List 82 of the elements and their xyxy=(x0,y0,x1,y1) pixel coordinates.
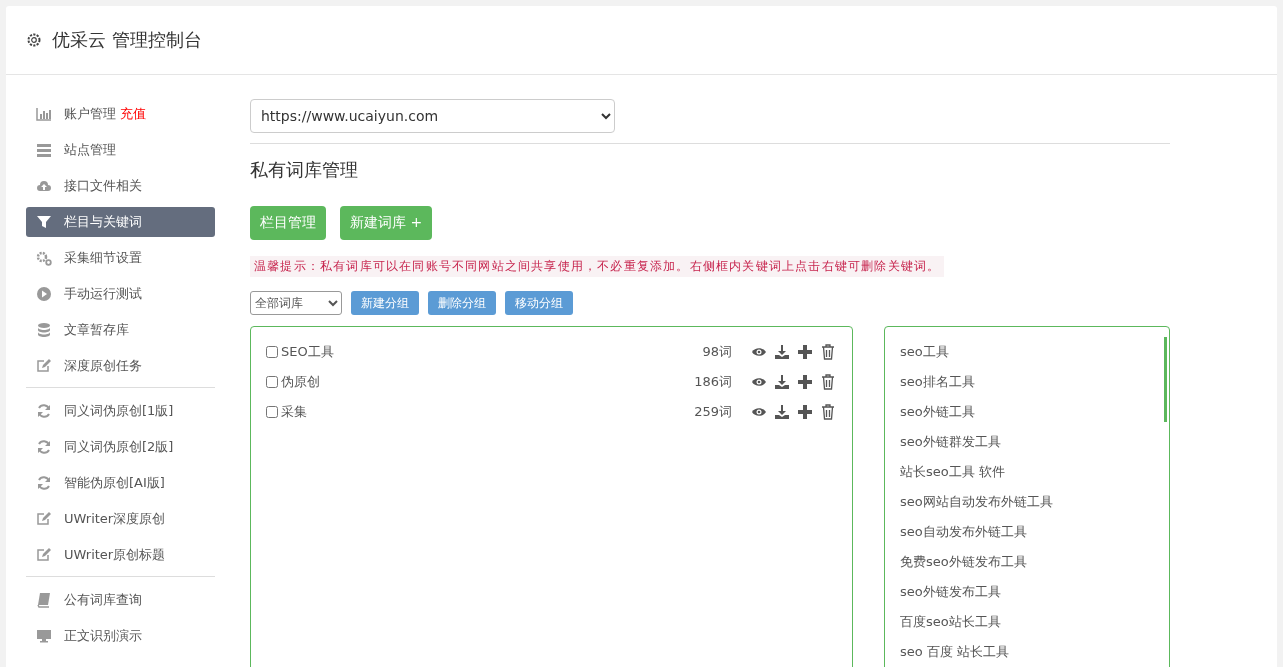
download-icon[interactable] xyxy=(774,404,790,420)
site-select[interactable]: https://www.ucaiyun.com xyxy=(250,99,615,133)
sidebar-item[interactable]: 账户管理 充值 xyxy=(26,99,215,129)
sidebar-label: 文章暂存库 xyxy=(64,321,129,339)
sidebar-item[interactable]: UWriter深度原创 xyxy=(26,504,215,534)
trash-icon[interactable] xyxy=(820,374,836,390)
bar-chart-icon xyxy=(36,106,52,122)
sidebar-item[interactable]: 深度原创任务 xyxy=(26,351,215,381)
library-checkbox[interactable] xyxy=(266,346,278,358)
sidebar-label: 采集细节设置 xyxy=(64,249,142,267)
settings-icon xyxy=(26,32,42,48)
keyword-item[interactable]: seo外链发布工具 xyxy=(885,577,1169,607)
sidebar-label: 同义词伪原创[1版] xyxy=(64,402,174,420)
keyword-item[interactable]: seo网站自动发布外链工具 xyxy=(885,487,1169,517)
edit-icon xyxy=(36,511,52,527)
sidebar-item[interactable]: 文章暂存库 xyxy=(26,315,215,345)
keyword-item[interactable]: 免费seo外链发布工具 xyxy=(885,547,1169,577)
section-heading: 私有词库管理 xyxy=(250,158,359,182)
sidebar-item[interactable]: 接口文件相关 xyxy=(26,171,215,201)
sidebar-label: 深度原创任务 xyxy=(64,357,142,375)
sidebar-item[interactable]: 栏目与关键词 xyxy=(26,207,215,237)
sidebar-item[interactable]: 公有词库查询 xyxy=(26,585,215,615)
sidebar-item[interactable]: 手动运行测试 xyxy=(26,279,215,309)
trash-icon[interactable] xyxy=(820,404,836,420)
group-select[interactable]: 全部词库 xyxy=(250,291,342,315)
download-icon[interactable] xyxy=(774,374,790,390)
keyword-item[interactable]: seo排名工具 xyxy=(885,367,1169,397)
sidebar-label: 正文识别演示 xyxy=(64,627,142,645)
console-title: 优采云 管理控制台 xyxy=(52,28,202,52)
sidebar-label: 账户管理 充值 xyxy=(64,105,146,123)
plus-icon[interactable] xyxy=(797,404,813,420)
keyword-item[interactable]: seo工具 xyxy=(885,337,1169,367)
sidebar-item[interactable]: UWriter原创标题 xyxy=(26,540,215,570)
sidebar-label: 公有词库查询 xyxy=(64,591,142,609)
word-count: 259词 xyxy=(694,403,732,421)
sidebar-label: 站点管理 xyxy=(64,141,116,159)
sidebar-label: 同义词伪原创[2版] xyxy=(64,438,174,456)
database-icon xyxy=(36,322,52,338)
cloud-upload-icon xyxy=(36,178,52,194)
play-icon xyxy=(36,286,52,302)
trash-icon[interactable] xyxy=(820,344,836,360)
plus-icon[interactable] xyxy=(797,344,813,360)
sidebar-label: UWriter深度原创 xyxy=(64,510,166,528)
keyword-item[interactable]: seo外链工具 xyxy=(885,397,1169,427)
library-name: SEO工具 xyxy=(281,343,335,361)
sidebar-item[interactable]: 同义词伪原创[1版] xyxy=(26,396,215,426)
library-name: 采集 xyxy=(281,403,308,421)
refresh-icon xyxy=(36,403,52,419)
scrollbar-thumb[interactable] xyxy=(1164,337,1167,422)
keyword-item[interactable]: 站长seo工具 软件 xyxy=(885,457,1169,487)
book-icon xyxy=(36,592,52,608)
gears-icon xyxy=(36,250,52,266)
word-count: 98词 xyxy=(702,343,732,361)
tip-text: 温馨提示：私有词库可以在同账号不同网站之间共享使用，不必重复添加。右侧框内关键词上点击右键可删除关键词。 xyxy=(250,256,945,277)
download-icon[interactable] xyxy=(774,344,790,360)
monitor-icon xyxy=(36,628,52,644)
sidebar-label: 智能伪原创[AI版] xyxy=(64,474,165,492)
refresh-icon xyxy=(36,475,52,491)
library-checkbox[interactable] xyxy=(266,406,278,418)
keyword-item[interactable]: seo 百度 站长工具 xyxy=(885,637,1169,667)
sidebar-label: 接口文件相关 xyxy=(64,177,142,195)
edit-icon xyxy=(36,358,52,374)
edit-icon xyxy=(36,547,52,563)
server-icon xyxy=(36,142,52,158)
plus-icon[interactable] xyxy=(797,374,813,390)
keyword-item[interactable]: seo外链群发工具 xyxy=(885,427,1169,457)
keyword-item[interactable]: seo自动发布外链工具 xyxy=(885,517,1169,547)
sidebar-item[interactable]: 同义词伪原创[2版] xyxy=(26,432,215,462)
keyword-item[interactable]: 百度seo站长工具 xyxy=(885,607,1169,637)
sidebar-label: UWriter原创标题 xyxy=(64,546,166,564)
sidebar-label: 栏目与关键词 xyxy=(64,213,142,231)
sidebar-label: 手动运行测试 xyxy=(64,285,142,303)
word-count: 186词 xyxy=(694,373,732,391)
sidebar-item[interactable]: 采集细节设置 xyxy=(26,243,215,273)
recharge-link[interactable]: 充值 xyxy=(120,106,146,121)
refresh-icon xyxy=(36,439,52,455)
sidebar-item[interactable]: 正文识别演示 xyxy=(26,621,215,651)
sidebar-item[interactable]: 站点管理 xyxy=(26,135,215,165)
filter-icon xyxy=(36,214,52,230)
library-name: 伪原创 xyxy=(281,373,321,391)
library-checkbox[interactable] xyxy=(266,376,278,388)
sidebar-item[interactable]: 智能伪原创[AI版] xyxy=(26,468,215,498)
